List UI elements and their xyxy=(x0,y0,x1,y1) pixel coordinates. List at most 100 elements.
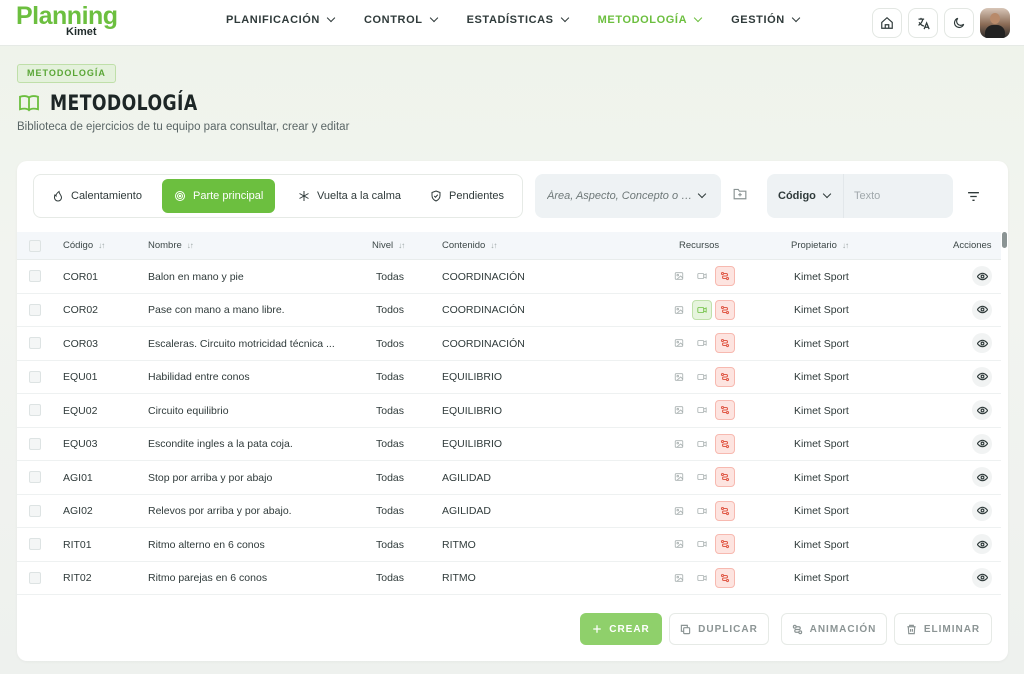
cell-code: AGI02 xyxy=(63,505,93,517)
row-checkbox[interactable] xyxy=(29,504,41,517)
video-icon[interactable] xyxy=(692,534,712,554)
image-icon[interactable] xyxy=(669,266,689,286)
view-eye-icon[interactable] xyxy=(972,534,992,554)
image-icon[interactable] xyxy=(669,568,689,588)
column-header-owner[interactable]: Propietario ↓↑ xyxy=(791,240,849,251)
main-nav: PLANIFICACIÓN CONTROL ESTADÍSTICAS METOD… xyxy=(226,13,829,26)
folder-button[interactable] xyxy=(733,187,747,205)
create-button[interactable]: CREAR xyxy=(580,613,662,645)
cell-name: Stop por arriba y por abajo xyxy=(148,471,273,484)
tab-parte-principal[interactable]: Parte principal xyxy=(162,179,276,213)
table-row[interactable]: RIT01 Ritmo alterno en 6 conos Todas RITMO K… xyxy=(17,528,1001,562)
animation-icon[interactable] xyxy=(715,266,735,286)
area-filter-select[interactable]: Área, Aspecto, Concepto o Co... xyxy=(535,174,721,218)
book-icon xyxy=(19,95,39,112)
image-icon[interactable] xyxy=(669,501,689,521)
table-scrollbar[interactable] xyxy=(1002,232,1007,248)
nav-item-estadisticas[interactable]: ESTADÍSTICAS xyxy=(467,13,569,26)
table-row[interactable]: COR01 Balon en mano y pie Todas COORDINACIÓ… xyxy=(17,260,1001,294)
table-row[interactable]: EQU03 Escondite ingles a la pata coja. Tod… xyxy=(17,428,1001,461)
cell-code: COR01 xyxy=(63,270,99,283)
cell-code: EQU03 xyxy=(63,438,98,450)
image-icon[interactable] xyxy=(669,367,689,387)
image-icon[interactable] xyxy=(669,333,689,353)
tab-vuelta-a-la-calma[interactable]: Vuelta a la calma xyxy=(286,179,413,213)
image-icon[interactable] xyxy=(669,534,689,554)
view-eye-icon[interactable] xyxy=(972,500,992,521)
video-icon[interactable] xyxy=(692,333,712,353)
cell-content: EQUILIBRIO xyxy=(442,404,503,417)
search-text-input[interactable] xyxy=(843,174,953,218)
header-label: Contenido xyxy=(442,240,486,251)
video-icon[interactable] xyxy=(692,266,712,286)
image-icon[interactable] xyxy=(669,434,689,454)
table-row[interactable]: AGI02 Relevos por arriba y por abajo. Toda… xyxy=(17,495,1001,528)
table-row[interactable]: EQU01 Habilidad entre conos Todas EQUILIBRI… xyxy=(17,361,1001,394)
row-checkbox[interactable] xyxy=(29,437,41,450)
avatar[interactable] xyxy=(980,8,1010,38)
image-icon[interactable] xyxy=(669,467,689,487)
row-checkbox[interactable] xyxy=(29,270,41,282)
animation-icon[interactable] xyxy=(715,500,735,521)
animation-icon[interactable] xyxy=(715,467,735,487)
video-icon[interactable] xyxy=(692,501,712,521)
delete-button[interactable]: ELIMINAR xyxy=(894,613,992,645)
nav-item-metodologia[interactable]: METODOLOGÍA xyxy=(598,13,703,26)
row-checkbox[interactable] xyxy=(29,471,41,483)
table-row[interactable]: AGI01 Stop por arriba y por abajo Todas AGI… xyxy=(17,461,1001,495)
table-row[interactable]: RIT02 Ritmo parejas en 6 conos Todas RITMO K… xyxy=(17,562,1001,595)
nav-item-control[interactable]: CONTROL xyxy=(364,13,438,26)
animation-icon[interactable] xyxy=(715,333,735,353)
table-row[interactable]: COR03 Escaleras. Circuito motricidad técn… xyxy=(17,327,1001,361)
translate-button[interactable] xyxy=(908,8,938,38)
duplicate-button[interactable]: DUPLICAR xyxy=(669,613,769,645)
view-eye-icon[interactable] xyxy=(972,366,992,387)
video-icon[interactable] xyxy=(692,367,712,387)
cell-owner: Kimet Sport xyxy=(794,471,849,484)
video-icon[interactable] xyxy=(692,568,712,588)
column-header-content[interactable]: Contenido ↓↑ xyxy=(442,240,497,251)
cell-name: Escondite ingles a la pata coja. xyxy=(148,438,293,450)
tab-calentamiento[interactable]: Calentamiento xyxy=(40,179,154,213)
code-select[interactable]: Código xyxy=(767,174,843,218)
row-checkbox[interactable] xyxy=(29,404,41,416)
video-icon[interactable] xyxy=(692,400,712,420)
view-eye-icon[interactable] xyxy=(972,299,992,320)
dark-mode-button[interactable] xyxy=(944,8,974,38)
column-header-code[interactable]: Código ↓↑ xyxy=(63,240,105,251)
logo[interactable]: Planning Kimet xyxy=(16,2,126,42)
row-checkbox[interactable] xyxy=(29,538,41,550)
view-eye-icon[interactable] xyxy=(972,400,992,420)
table-row[interactable]: EQU02 Circuito equilibrio Todas EQUILIBRIO K… xyxy=(17,394,1001,428)
view-eye-icon[interactable] xyxy=(972,333,992,353)
select-all-checkbox[interactable] xyxy=(29,240,41,252)
filter-options-button[interactable] xyxy=(967,189,980,207)
row-checkbox[interactable] xyxy=(29,370,41,383)
view-eye-icon[interactable] xyxy=(972,433,992,454)
video-icon[interactable] xyxy=(692,299,712,320)
view-eye-icon[interactable] xyxy=(972,266,992,286)
row-checkbox[interactable] xyxy=(29,571,41,584)
table-row[interactable]: COR02 Pase con mano a mano libre. Todos COO… xyxy=(17,294,1001,327)
video-icon[interactable] xyxy=(692,434,712,454)
nav-item-planificacion[interactable]: PLANIFICACIÓN xyxy=(226,13,336,26)
animation-icon[interactable] xyxy=(715,534,735,554)
animation-button[interactable]: ANIMACIÓN xyxy=(781,613,887,645)
image-icon[interactable] xyxy=(669,400,689,420)
row-checkbox[interactable] xyxy=(29,337,41,349)
animation-icon[interactable] xyxy=(715,299,735,320)
view-eye-icon[interactable] xyxy=(972,567,992,588)
video-icon[interactable] xyxy=(692,467,712,487)
animation-icon[interactable] xyxy=(715,433,735,454)
animation-icon[interactable] xyxy=(715,400,735,420)
nav-item-gestion[interactable]: GESTIÓN xyxy=(731,13,801,26)
animation-icon[interactable] xyxy=(715,567,735,588)
view-eye-icon[interactable] xyxy=(972,467,992,487)
home-button[interactable] xyxy=(872,8,902,38)
column-header-level[interactable]: Nivel ↓↑ xyxy=(372,240,405,251)
row-checkbox[interactable] xyxy=(29,303,41,316)
animation-icon[interactable] xyxy=(715,366,735,387)
tab-pendientes[interactable]: Pendientes xyxy=(418,179,516,213)
column-header-name[interactable]: Nombre ↓↑ xyxy=(148,240,194,251)
image-icon[interactable] xyxy=(669,300,689,320)
